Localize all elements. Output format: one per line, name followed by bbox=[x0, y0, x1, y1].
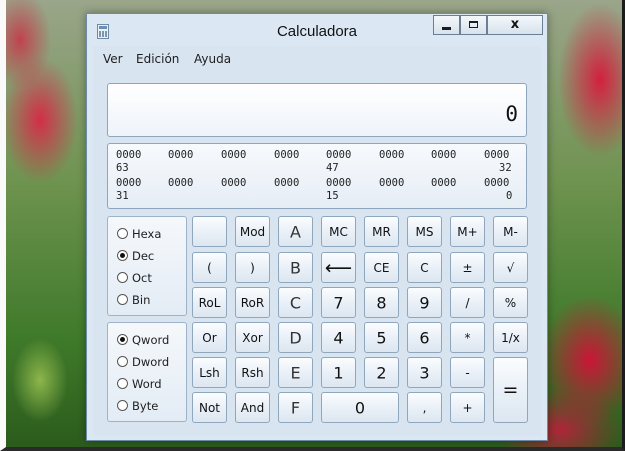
memory-subtract-button[interactable]: M- bbox=[493, 216, 528, 247]
bit-group: 0000 bbox=[274, 149, 300, 161]
bit-group: 0000 bbox=[221, 177, 247, 189]
bit-group: 0000 bbox=[379, 177, 405, 189]
hex-b-button[interactable]: B bbox=[278, 252, 313, 283]
memory-recall-button[interactable]: MR bbox=[364, 216, 399, 247]
clear-entry-button[interactable]: CE bbox=[364, 252, 399, 283]
right-shift-button[interactable]: Rsh bbox=[235, 357, 270, 388]
bit-group: 0000 bbox=[484, 149, 510, 161]
close-paren-button[interactable]: ) bbox=[235, 252, 270, 283]
square-root-button[interactable]: √ bbox=[493, 252, 528, 283]
bit-index: 63 bbox=[116, 162, 129, 174]
equals-button[interactable]: = bbox=[493, 357, 528, 423]
digit-6-button[interactable]: 6 bbox=[407, 322, 442, 353]
hex-d-button[interactable]: D bbox=[278, 322, 313, 353]
backspace-icon: ⟵ bbox=[324, 256, 353, 279]
bit-index: 0 bbox=[506, 190, 513, 202]
radio-button[interactable] bbox=[117, 272, 128, 283]
hex-f-button[interactable]: F bbox=[278, 392, 313, 423]
close-icon: x bbox=[510, 17, 520, 32]
reciprocal-button[interactable]: 1/x bbox=[493, 322, 528, 353]
digit-3-button[interactable]: 3 bbox=[407, 357, 442, 388]
backspace-button[interactable]: ⟵ bbox=[321, 252, 356, 283]
rotate-right-button[interactable]: RoR bbox=[235, 287, 270, 318]
radio-button[interactable] bbox=[117, 228, 128, 239]
minimize-button[interactable] bbox=[433, 15, 460, 35]
bit-index: 47 bbox=[326, 162, 339, 174]
and-button[interactable]: And bbox=[235, 392, 270, 423]
radio-button-selected[interactable] bbox=[117, 334, 128, 345]
minimize-icon bbox=[442, 27, 451, 30]
xor-button[interactable]: Xor bbox=[235, 322, 270, 353]
hex-c-button[interactable]: C bbox=[278, 287, 313, 318]
bit-index: 32 bbox=[499, 162, 512, 174]
not-button[interactable]: Not bbox=[192, 392, 227, 423]
negate-button[interactable]: ± bbox=[450, 252, 485, 283]
radio-button-selected[interactable] bbox=[117, 250, 128, 261]
or-button[interactable]: Or bbox=[192, 322, 227, 353]
divide-button[interactable]: / bbox=[450, 287, 485, 318]
display-value: 0 bbox=[505, 102, 518, 126]
calculator-window: Calculadora x Ver Edición Ayuda 0 0000 0… bbox=[86, 13, 548, 441]
mod-button[interactable]: Mod bbox=[235, 216, 270, 247]
memory-clear-button[interactable]: MC bbox=[321, 216, 356, 247]
digit-9-button[interactable]: 9 bbox=[407, 287, 442, 318]
add-button[interactable]: + bbox=[450, 392, 485, 423]
bit-display: 0000 0000 0000 0000 0000 0000 0000 0000 … bbox=[107, 143, 527, 209]
radio-button[interactable] bbox=[117, 356, 128, 367]
title-bar[interactable]: Calculadora x bbox=[87, 14, 547, 46]
multiply-button[interactable]: * bbox=[450, 322, 485, 353]
bit-group: 0000 bbox=[431, 177, 457, 189]
menu-ayuda[interactable]: Ayuda bbox=[194, 52, 231, 66]
left-shift-button[interactable]: Lsh bbox=[192, 357, 227, 388]
hex-a-button[interactable]: A bbox=[278, 216, 313, 247]
bit-group: 0000 bbox=[484, 177, 510, 189]
bit-group: 0000 bbox=[116, 177, 142, 189]
decimal-button[interactable]: , bbox=[407, 392, 442, 423]
menu-bar: Ver Edición Ayuda bbox=[93, 46, 541, 68]
bit-group: 0000 bbox=[274, 177, 300, 189]
digit-7-button[interactable]: 7 bbox=[321, 287, 356, 318]
digit-8-button[interactable]: 8 bbox=[364, 287, 399, 318]
bit-group: 0000 bbox=[168, 177, 194, 189]
bit-group: 0000 bbox=[431, 149, 457, 161]
memory-add-button[interactable]: M+ bbox=[450, 216, 485, 247]
bit-group: 0000 bbox=[168, 149, 194, 161]
hex-e-button[interactable]: E bbox=[278, 357, 313, 388]
bit-group: 0000 bbox=[326, 149, 352, 161]
radio-button[interactable] bbox=[117, 400, 128, 411]
digit-2-button[interactable]: 2 bbox=[364, 357, 399, 388]
bit-group: 0000 bbox=[379, 149, 405, 161]
result-display: 0 bbox=[107, 83, 527, 137]
digit-1-button[interactable]: 1 bbox=[321, 357, 356, 388]
digit-0-button[interactable]: 0 bbox=[321, 392, 399, 423]
close-button[interactable]: x bbox=[487, 15, 543, 35]
bit-group: 0000 bbox=[116, 149, 142, 161]
clear-button[interactable]: C bbox=[407, 252, 442, 283]
digit-4-button[interactable]: 4 bbox=[321, 322, 356, 353]
word-size-group: Qword Dword Word Byte bbox=[107, 322, 187, 422]
subtract-button[interactable]: - bbox=[450, 357, 485, 388]
number-base-group: Hexa Dec Oct Bin bbox=[107, 216, 187, 316]
bit-group: 0000 bbox=[221, 149, 247, 161]
menu-ver[interactable]: Ver bbox=[103, 52, 123, 66]
memory-store-button[interactable]: MS bbox=[407, 216, 442, 247]
bit-index: 15 bbox=[326, 190, 339, 202]
percent-button[interactable]: % bbox=[493, 287, 528, 318]
open-paren-button[interactable]: ( bbox=[192, 252, 227, 283]
maximize-icon bbox=[469, 21, 478, 28]
digit-5-button[interactable]: 5 bbox=[364, 322, 399, 353]
radio-button[interactable] bbox=[117, 378, 128, 389]
bit-index: 31 bbox=[116, 190, 129, 202]
blank-button bbox=[192, 216, 227, 247]
menu-edicion[interactable]: Edición bbox=[136, 52, 179, 66]
maximize-button[interactable] bbox=[460, 15, 487, 35]
radio-button[interactable] bbox=[117, 294, 128, 305]
bit-group: 0000 bbox=[326, 177, 352, 189]
rotate-left-button[interactable]: RoL bbox=[192, 287, 227, 318]
calculator-body: Ver Edición Ayuda 0 0000 0000 0000 0000 … bbox=[93, 46, 541, 436]
